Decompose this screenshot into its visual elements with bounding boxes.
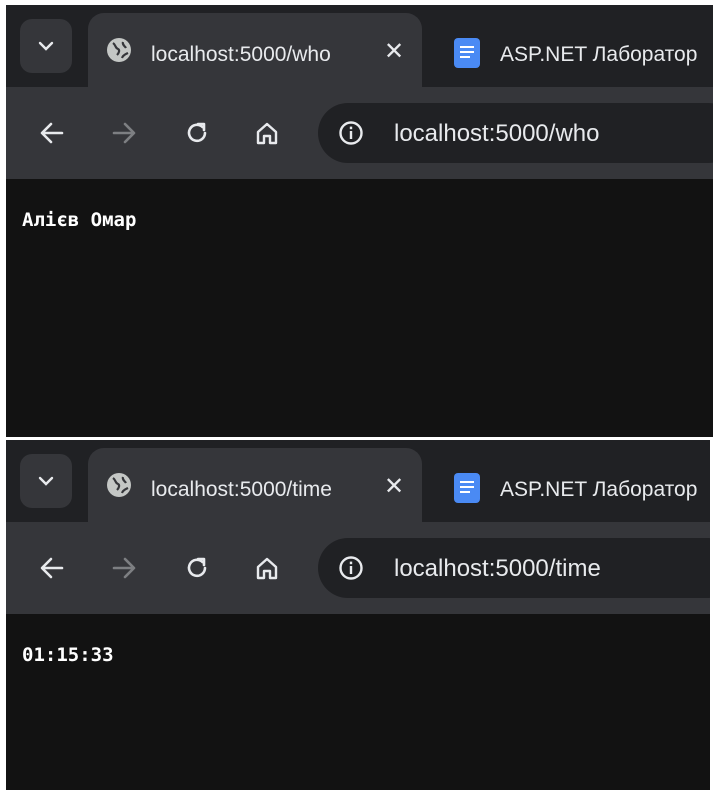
page-text: Алієв Омар [22,209,137,231]
globe-icon [107,473,131,497]
tab-active[interactable]: localhost:5000/who ✕ [88,13,422,89]
browser-window-who: localhost:5000/who ✕ ASP.NET Лаборатор l… [6,5,713,437]
back-arrow-icon[interactable] [38,555,66,581]
tab-inactive[interactable]: ASP.NET Лаборатор [446,13,713,89]
tab-active[interactable]: localhost:5000/time ✕ [88,448,422,524]
info-icon[interactable] [338,120,364,146]
forward-arrow-icon[interactable] [110,120,138,146]
tab-search-button[interactable] [20,19,72,73]
tab-strip: localhost:5000/who ✕ ASP.NET Лаборатор [6,5,713,89]
reload-icon[interactable] [184,120,210,146]
home-icon[interactable] [254,120,280,146]
page-content: 01:15:33 [6,614,710,790]
back-arrow-icon[interactable] [38,120,66,146]
forward-arrow-icon[interactable] [110,555,138,581]
tab-title: localhost:5000/time [151,478,332,501]
browser-window-time: localhost:5000/time ✕ ASP.NET Лаборатор … [6,440,710,790]
tab-close-icon[interactable]: ✕ [384,475,404,499]
page-content: Алієв Омар [6,179,713,437]
tab-close-icon[interactable]: ✕ [384,40,404,64]
reload-icon[interactable] [184,555,210,581]
chevron-down-icon [38,476,54,486]
page-text: 01:15:33 [22,644,114,666]
info-icon[interactable] [338,555,364,581]
google-docs-icon [454,473,480,503]
toolbar: localhost:5000/who [6,87,713,179]
tab-title: ASP.NET Лаборатор [500,478,698,501]
tab-inactive[interactable]: ASP.NET Лаборатор [446,448,710,524]
home-icon[interactable] [254,555,280,581]
globe-icon [107,38,131,62]
tab-strip: localhost:5000/time ✕ ASP.NET Лаборатор [6,440,710,524]
address-bar-url: localhost:5000/who [394,120,600,147]
chevron-down-icon [38,41,54,51]
tab-title: localhost:5000/who [151,43,331,66]
address-bar[interactable]: localhost:5000/time [318,538,710,598]
tab-title: ASP.NET Лаборатор [500,43,698,66]
toolbar: localhost:5000/time [6,522,710,614]
google-docs-icon [454,38,480,68]
tab-search-button[interactable] [20,454,72,508]
address-bar-url: localhost:5000/time [394,555,601,582]
address-bar[interactable]: localhost:5000/who [318,103,713,163]
